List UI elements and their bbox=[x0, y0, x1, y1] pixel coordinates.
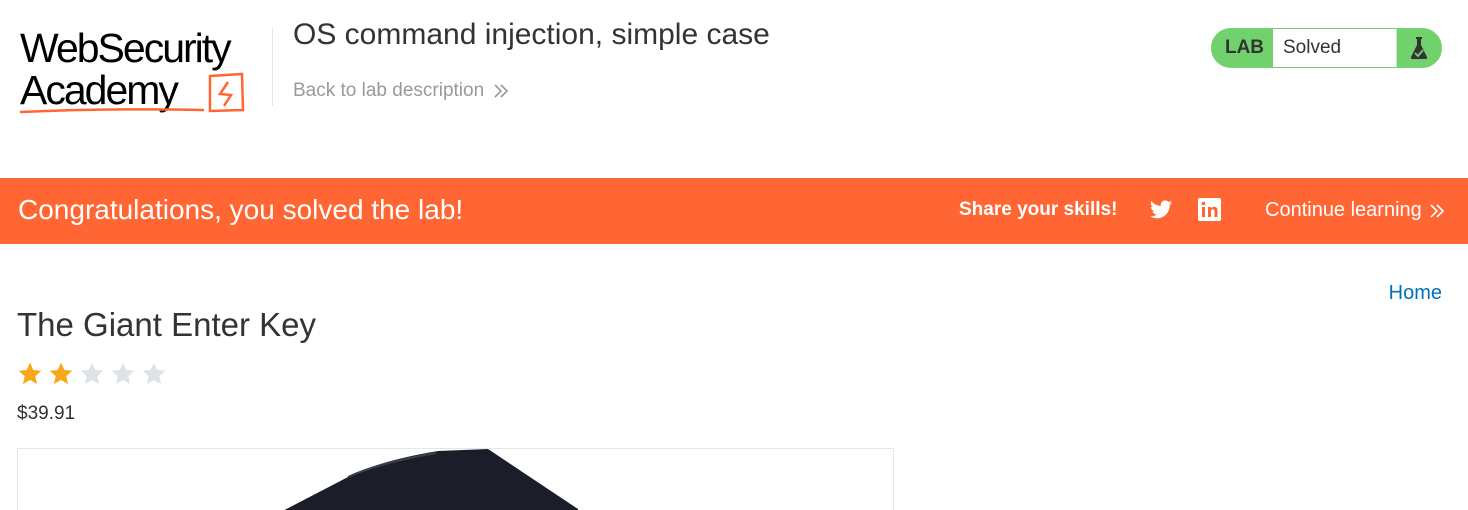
star-empty-icon bbox=[111, 362, 135, 385]
product-image bbox=[17, 448, 894, 510]
star-empty-icon bbox=[142, 362, 166, 385]
status-icon-container bbox=[1396, 29, 1441, 67]
lab-title: OS command injection, simple case bbox=[293, 18, 770, 51]
product-rating bbox=[17, 361, 167, 387]
product-title: The Giant Enter Key bbox=[17, 306, 316, 343]
double-chevron-right-icon bbox=[494, 84, 509, 98]
web-security-academy-logo[interactable]: WebSecurity Academy bbox=[18, 26, 270, 118]
star-filled-icon bbox=[49, 362, 73, 385]
double-chevron-right-icon bbox=[1430, 203, 1444, 218]
header-divider bbox=[272, 28, 273, 106]
twitter-icon[interactable] bbox=[1149, 198, 1173, 222]
linkedin-icon[interactable] bbox=[1198, 198, 1221, 221]
continue-learning-link[interactable]: Continue learning bbox=[1265, 199, 1446, 222]
flask-icon bbox=[1410, 37, 1428, 59]
star-empty-icon bbox=[80, 362, 104, 385]
lab-status-text: Solved bbox=[1273, 29, 1396, 67]
logo-lightning-icon bbox=[19, 72, 245, 114]
giant-enter-key-image bbox=[284, 449, 579, 510]
star-filled-icon bbox=[18, 362, 42, 385]
back-link-label: Back to lab description bbox=[293, 80, 485, 101]
continue-learning-label: Continue learning bbox=[1265, 199, 1422, 221]
product-price: $39.91 bbox=[17, 403, 76, 424]
back-to-lab-description-link[interactable]: Back to lab description bbox=[293, 80, 510, 102]
share-skills-label: Share your skills! bbox=[959, 199, 1118, 220]
lab-solved-banner: Congratulations, you solved the lab! Sha… bbox=[0, 178, 1468, 244]
lab-status-widget: LAB Solved bbox=[1211, 28, 1442, 68]
home-link[interactable]: Home bbox=[1389, 282, 1442, 305]
lab-badge: LAB bbox=[1224, 37, 1265, 58]
congratulations-message: Congratulations, you solved the lab! bbox=[18, 194, 464, 225]
